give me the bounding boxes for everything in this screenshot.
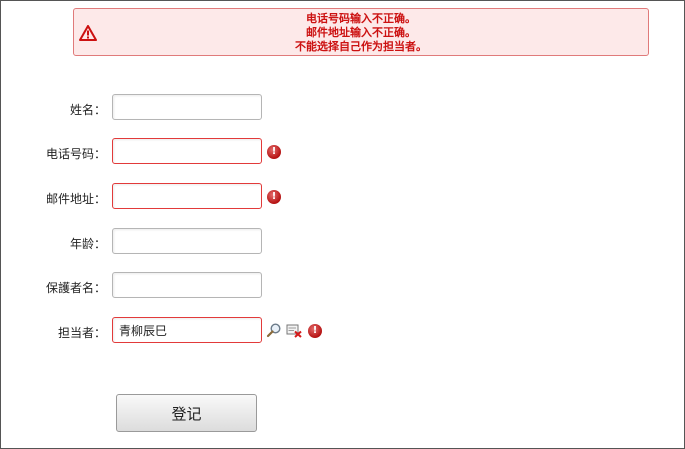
form-row-phone: 电话号码： ! (1, 138, 685, 166)
name-label: 姓名： (69, 103, 106, 117)
form-row-name: 姓名： (1, 94, 685, 122)
phone-error-icon: ! (267, 145, 281, 159)
form-row-email: 邮件地址： ! (1, 183, 685, 211)
clear-selection-icon[interactable] (286, 322, 302, 338)
name-input[interactable] (112, 94, 262, 120)
guardian-input[interactable] (112, 272, 262, 298)
error-message-email: 邮件地址输入不正确。 (306, 26, 416, 39)
phone-input[interactable] (112, 138, 262, 164)
assignee-error-icon: ! (308, 324, 322, 338)
phone-label: 电话号码： (45, 147, 106, 161)
email-error-icon: ! (267, 190, 281, 204)
error-message-phone: 电话号码输入不正确。 (306, 12, 416, 25)
email-label: 邮件地址： (45, 192, 106, 206)
guardian-label: 保護者名： (45, 281, 106, 295)
age-input[interactable] (112, 228, 262, 254)
age-label: 年龄： (69, 237, 106, 251)
assignee-input[interactable] (112, 317, 262, 343)
assignee-label: 担当者： (57, 326, 106, 340)
error-message-list: 电话号码输入不正确。 邮件地址输入不正确。 不能选择自己作为担当者。 (74, 12, 648, 54)
error-message-assignee: 不能选择自己作为担当者。 (295, 40, 427, 53)
form-row-age: 年龄： (1, 228, 685, 256)
register-button[interactable]: 登记 (116, 394, 257, 432)
search-icon[interactable] (266, 322, 282, 338)
email-input[interactable] (112, 183, 262, 209)
error-summary-box: 电话号码输入不正确。 邮件地址输入不正确。 不能选择自己作为担当者。 (73, 8, 649, 56)
form-row-assignee: 担当者： ! (1, 317, 685, 345)
window-frame: 电话号码输入不正确。 邮件地址输入不正确。 不能选择自己作为担当者。 姓名： 电… (0, 0, 685, 449)
form-row-guardian: 保護者名： (1, 272, 685, 300)
